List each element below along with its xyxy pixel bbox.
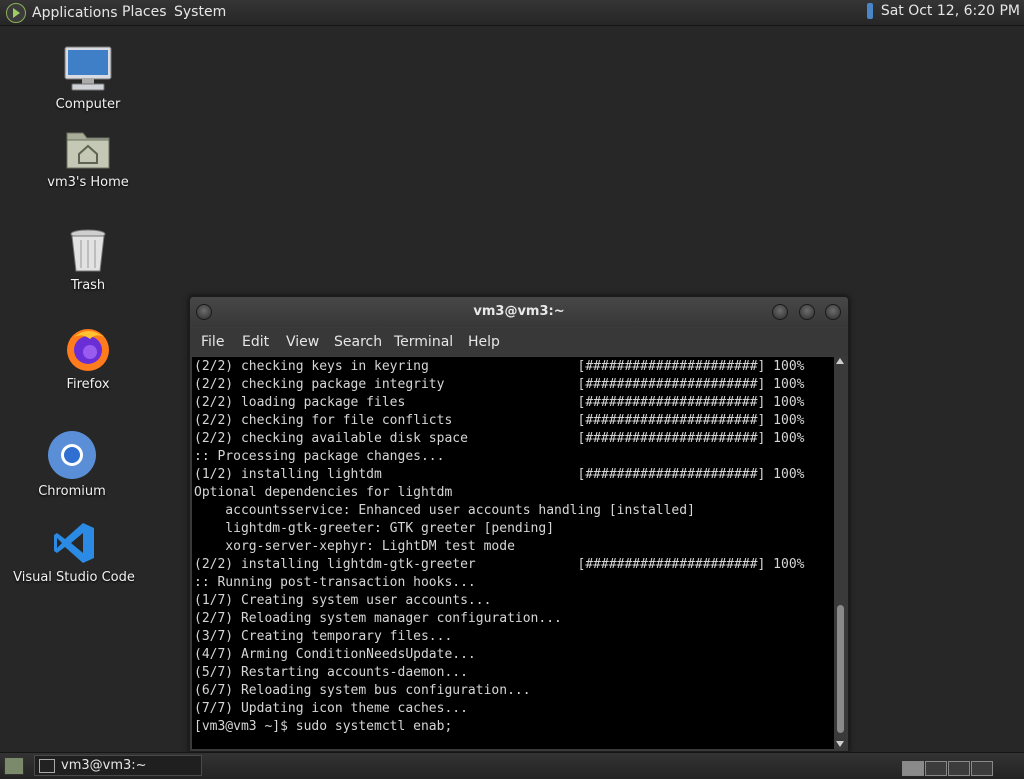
desktop-icon-label: Firefox	[66, 377, 110, 392]
terminal-titlebar[interactable]: vm3@vm3:~	[190, 297, 848, 327]
bottom-panel: vm3@vm3:~	[0, 752, 1024, 779]
terminal-line: (6/7) Reloading system bus configuration…	[194, 683, 531, 698]
workspace-2[interactable]	[925, 761, 947, 776]
terminal-menubar: File Edit View Search Terminal Help	[190, 328, 848, 356]
terminal-line: (2/7) Reloading system manager configura…	[194, 611, 562, 626]
menu-edit[interactable]: Edit	[242, 334, 269, 350]
scroll-thumb[interactable]	[837, 605, 844, 733]
scroll-up-arrow-icon[interactable]	[836, 358, 844, 364]
terminal-line: :: Running post-transaction hooks...	[194, 575, 476, 590]
chromium-icon	[48, 431, 96, 479]
terminal-window[interactable]: vm3@vm3:~ File Edit View Search Terminal…	[189, 296, 849, 752]
show-desktop-icon[interactable]	[4, 757, 24, 775]
terminal-output[interactable]: (2/2) checking keys in keyring [########…	[192, 357, 834, 749]
desktop-icon-label: Chromium	[38, 484, 106, 499]
terminal-line: (1/7) Creating system user accounts...	[194, 593, 492, 608]
computer-icon	[64, 46, 112, 91]
taskbar-item-label: vm3@vm3:~	[61, 758, 147, 773]
workspace-1[interactable]	[902, 761, 924, 776]
terminal-line: :: Processing package changes...	[194, 449, 445, 464]
desktop-icon-label: Trash	[70, 278, 106, 293]
workspace-4[interactable]	[971, 761, 993, 776]
terminal-line: (4/7) Arming ConditionNeedsUpdate...	[194, 647, 476, 662]
terminal-icon	[39, 758, 55, 773]
clock[interactable]: Sat Oct 12, 6:20 PM	[881, 3, 1020, 19]
desktop-icon-trash[interactable]: Trash	[13, 228, 163, 293]
terminal-line: lightdm-gtk-greeter: GTK greeter [pendin…	[194, 521, 555, 536]
terminal-prompt-line: [vm3@vm3 ~]$ sudo systemctl enab;	[194, 719, 453, 734]
workspace-3[interactable]	[948, 761, 970, 776]
applications-menu-label: Applications	[32, 5, 118, 21]
desktop-icon-firefox[interactable]: Firefox	[13, 325, 163, 392]
desktop-icon-home[interactable]: vm3's Home	[13, 127, 163, 190]
menu-terminal[interactable]: Terminal	[394, 334, 453, 350]
close-button[interactable]	[825, 304, 841, 320]
desktop-icon-vscode[interactable]: Visual Studio Code	[0, 520, 149, 585]
terminal-line: (1/2) installing lightdm [##############…	[194, 467, 805, 482]
home-folder-icon	[66, 132, 110, 169]
menu-view[interactable]: View	[286, 334, 319, 350]
applications-menu[interactable]: Applications	[6, 3, 118, 23]
terminal-title: vm3@vm3:~	[473, 304, 565, 319]
terminal-line: Optional dependencies for lightdm	[194, 485, 453, 500]
terminal-line: (2/2) checking for file conflicts [#####…	[194, 413, 805, 428]
taskbar-item-terminal[interactable]: vm3@vm3:~	[34, 755, 202, 776]
terminal-line: (2/2) checking keys in keyring [########…	[194, 359, 805, 374]
terminal-line: (2/2) loading package files [###########…	[194, 395, 805, 410]
terminal-line: xorg-server-xephyr: LightDM test mode	[194, 539, 515, 554]
terminal-line: (2/2) installing lightdm-gtk-greeter [##…	[194, 557, 805, 572]
firefox-icon	[67, 329, 109, 371]
terminal-line: (2/2) checking available disk space [###…	[194, 431, 805, 446]
minimize-button[interactable]	[772, 304, 788, 320]
desktop-icon-label: Visual Studio Code	[13, 570, 135, 585]
terminal-line: (2/2) checking package integrity [######…	[194, 377, 805, 392]
menu-help[interactable]: Help	[468, 334, 500, 350]
mate-logo-icon	[6, 3, 26, 23]
terminal-scrollbar[interactable]	[835, 357, 846, 749]
vscode-icon	[54, 523, 94, 563]
menu-search[interactable]: Search	[334, 334, 382, 350]
desktop-icon-label: vm3's Home	[47, 175, 129, 190]
desktop-icon-computer[interactable]: Computer	[13, 45, 163, 112]
maximize-button[interactable]	[799, 304, 815, 320]
top-panel: Applications Places System Sat Oct 12, 6…	[0, 0, 1024, 26]
terminal-line: (3/7) Creating temporary files...	[194, 629, 453, 644]
scroll-down-arrow-icon[interactable]	[836, 741, 844, 747]
trash-icon	[70, 229, 106, 272]
desktop-icon-label: Computer	[55, 97, 121, 112]
desktop-icon-chromium[interactable]: Chromium	[0, 430, 147, 499]
system-menu[interactable]: System	[174, 4, 226, 20]
terminal-line: (7/7) Updating icon theme caches...	[194, 701, 468, 716]
terminal-line: (5/7) Restarting accounts-daemon...	[194, 665, 468, 680]
menu-file[interactable]: File	[201, 334, 224, 350]
notification-icon[interactable]	[866, 3, 873, 19]
terminal-line: accountsservice: Enhanced user accounts …	[194, 503, 695, 518]
places-menu[interactable]: Places	[122, 4, 167, 20]
